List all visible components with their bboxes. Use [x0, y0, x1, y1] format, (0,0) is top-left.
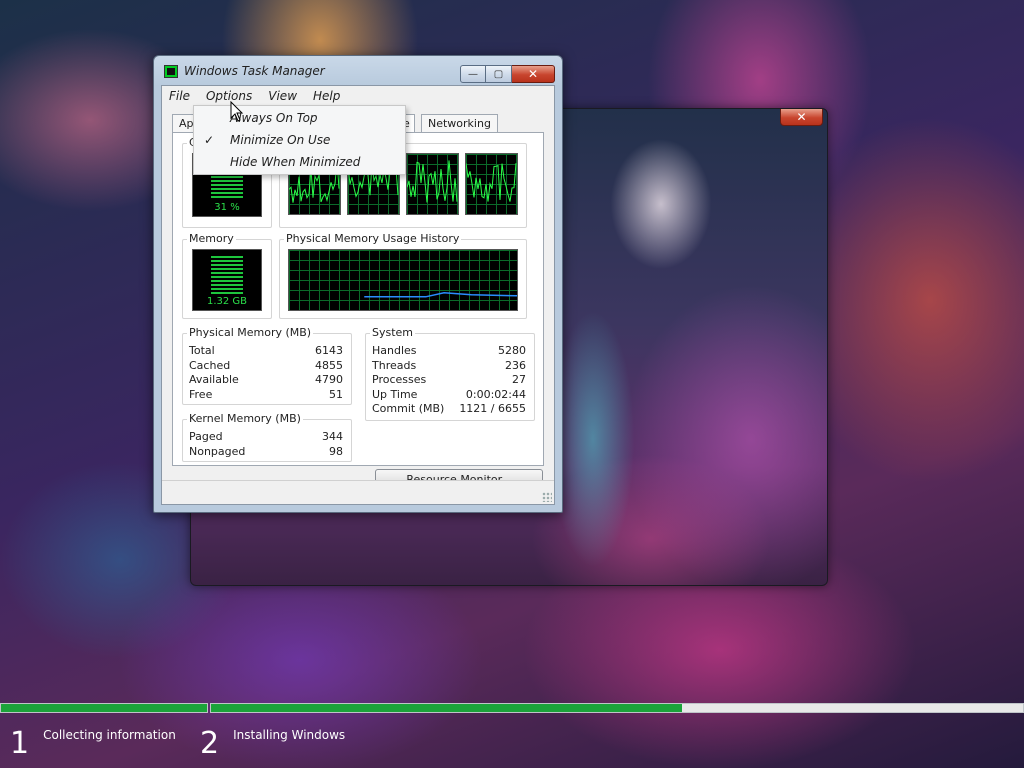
stat-value: 344	[322, 430, 343, 443]
progress-fill	[211, 704, 682, 712]
task-manager-app-icon	[164, 64, 178, 78]
maximize-icon: ▢	[493, 68, 504, 80]
resize-grip-icon[interactable]	[542, 492, 552, 502]
close-icon: ✕	[527, 67, 539, 81]
close-icon: ✕	[796, 110, 807, 124]
progress-fill	[1, 704, 207, 712]
step-number: 1	[10, 726, 30, 761]
stat-value: 51	[329, 388, 343, 401]
stat-label: Handles	[372, 344, 417, 357]
stat-row: Total 6143	[189, 344, 343, 359]
options-dropdown-menu: Always On Top ✓ Minimize On Use Hide Whe…	[193, 105, 406, 175]
mouse-cursor-icon	[230, 101, 244, 122]
close-button[interactable]: ✕	[512, 65, 555, 83]
minimize-icon: —	[468, 68, 478, 80]
stat-value: 4790	[315, 373, 343, 386]
cpu-history-line	[466, 163, 517, 202]
stat-value: 98	[329, 445, 343, 458]
setup-step-2: 2 Installing Windows	[200, 724, 345, 764]
cpu-history-graph-4	[465, 153, 518, 215]
menu-item-hide-when-minimized[interactable]: Hide When Minimized	[194, 151, 405, 173]
menu-file[interactable]: File	[169, 86, 198, 106]
stat-label: Paged	[189, 430, 223, 443]
memory-history-graph	[288, 249, 518, 311]
memory-history-group: Physical Memory Usage History	[279, 232, 527, 319]
memory-meter: 1.32 GB	[192, 249, 262, 311]
stat-label: Total	[189, 344, 215, 357]
memory-group: Memory 1.32 GB	[182, 232, 272, 319]
cpu-history-graph-3	[406, 153, 459, 215]
menu-item-minimize-on-use[interactable]: ✓ Minimize On Use	[194, 129, 405, 151]
kernel-memory-title: Kernel Memory (MB)	[187, 412, 303, 425]
stat-label: Free	[189, 388, 213, 401]
stat-row: Available 4790	[189, 373, 343, 388]
stat-value: 4855	[315, 359, 343, 372]
menu-bar: File Options View Help	[162, 86, 554, 106]
stat-label: Processes	[372, 373, 427, 386]
setup-progress-bar	[0, 703, 1024, 713]
memory-bars	[211, 256, 243, 294]
physical-memory-group: Physical Memory (MB) Total 6143 Cached 4…	[182, 326, 352, 405]
minimize-button[interactable]: —	[460, 65, 486, 83]
stat-row: Cached 4855	[189, 359, 343, 374]
menu-item-label: Minimize On Use	[230, 133, 331, 147]
stat-label: Cached	[189, 359, 231, 372]
stat-row: Paged 344	[189, 430, 343, 445]
stat-value: 6143	[315, 344, 343, 357]
step-label: Installing Windows	[233, 728, 346, 742]
step-label: Collecting information	[43, 728, 176, 742]
stat-value: 236	[505, 359, 526, 372]
cpu-usage-value: 31 %	[214, 202, 240, 213]
stat-row: Free 51	[189, 388, 343, 403]
stat-label: Up Time	[372, 388, 418, 401]
memory-value: 1.32 GB	[206, 296, 248, 307]
tab-networking[interactable]: Networking	[421, 114, 498, 132]
stat-value: 5280	[498, 344, 526, 357]
checkmark-icon: ✓	[204, 133, 215, 147]
stat-label: Nonpaged	[189, 445, 246, 458]
title-bar[interactable]: Windows Task Manager — ▢ ✕	[154, 56, 562, 86]
stat-row: Commit (MB) 1121 / 6655	[372, 402, 526, 417]
stat-row: Processes 27	[372, 373, 526, 388]
memory-history-line	[364, 292, 517, 298]
menu-item-label: Hide When Minimized	[230, 155, 361, 169]
performance-panel: C 31 % Memory 1.32 GB	[172, 132, 544, 491]
window-title: Windows Task Manager	[184, 64, 325, 78]
memory-history-label: Physical Memory Usage History	[284, 232, 462, 245]
status-bar	[162, 480, 554, 504]
system-group: System Handles 5280 Threads 236 Processe…	[365, 326, 535, 421]
stat-value: 27	[512, 373, 526, 386]
stat-row: Handles 5280	[372, 344, 526, 359]
stat-label: Commit (MB)	[372, 402, 445, 415]
kernel-memory-group: Kernel Memory (MB) Paged 344 Nonpaged 98	[182, 412, 352, 462]
step-number: 2	[200, 726, 220, 761]
cpu-history-line	[407, 160, 458, 203]
progress-segment-collecting	[0, 703, 208, 713]
progress-segment-installing	[210, 703, 1024, 713]
menu-view[interactable]: View	[260, 86, 305, 106]
stat-row: Threads 236	[372, 359, 526, 374]
system-title: System	[370, 326, 416, 339]
stat-row: Nonpaged 98	[189, 445, 343, 460]
stat-value: 0:00:02:44	[465, 388, 526, 401]
background-window-close-button[interactable]: ✕	[780, 109, 823, 126]
menu-item-always-on-top[interactable]: Always On Top	[194, 107, 405, 129]
setup-step-1: 1 Collecting information	[10, 724, 176, 764]
memory-label: Memory	[187, 232, 236, 245]
stat-value: 1121 / 6655	[459, 402, 526, 415]
menu-help[interactable]: Help	[305, 86, 348, 106]
stat-label: Available	[189, 373, 239, 386]
caption-buttons: — ▢ ✕	[460, 65, 555, 83]
stat-row: Up Time 0:00:02:44	[372, 388, 526, 403]
physical-memory-title: Physical Memory (MB)	[187, 326, 314, 339]
stat-label: Threads	[372, 359, 417, 372]
maximize-button[interactable]: ▢	[486, 65, 512, 83]
